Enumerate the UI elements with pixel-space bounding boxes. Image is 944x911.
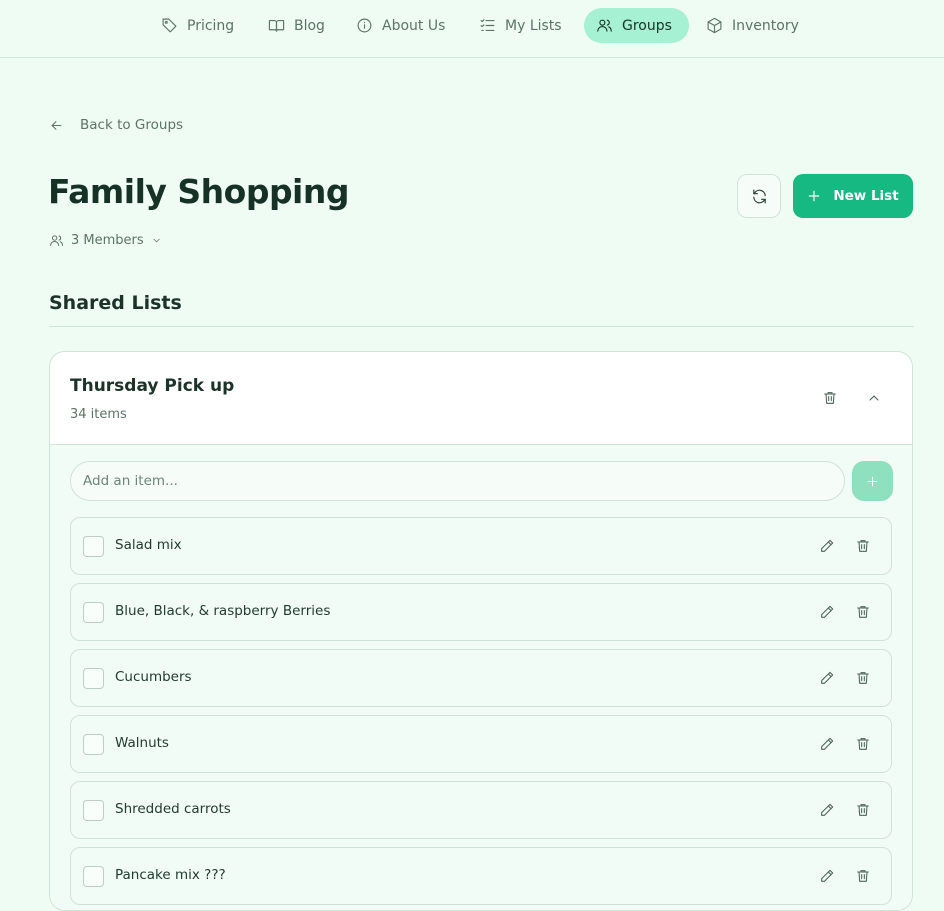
item-checkbox[interactable] bbox=[83, 602, 104, 623]
delete-item-button[interactable] bbox=[851, 732, 875, 756]
delete-list-button[interactable] bbox=[818, 386, 842, 410]
delete-item-button[interactable] bbox=[851, 798, 875, 822]
list-item: Cucumbers bbox=[70, 649, 892, 707]
trash-icon bbox=[857, 672, 869, 684]
add-item-button[interactable] bbox=[852, 461, 893, 501]
nav-my-lists-label: My Lists bbox=[505, 17, 562, 34]
refresh-button[interactable] bbox=[737, 174, 781, 218]
item-label: Cucumbers bbox=[115, 669, 192, 685]
pencil-icon bbox=[821, 803, 834, 816]
edit-item-button[interactable] bbox=[815, 534, 839, 558]
new-list-button[interactable]: New List bbox=[793, 174, 913, 218]
list-item: Salad mix bbox=[70, 517, 892, 575]
members-dropdown[interactable]: 3 Members bbox=[49, 231, 162, 249]
chevron-up-icon bbox=[869, 395, 879, 401]
list-body: Salad mix Blue, Black, & raspberry Berri… bbox=[50, 445, 912, 910]
info-icon bbox=[357, 18, 372, 33]
list-item: Shredded carrots bbox=[70, 781, 892, 839]
list-item: Pancake mix ??? bbox=[70, 847, 892, 905]
item-checkbox[interactable] bbox=[83, 668, 104, 689]
nav-inventory-label: Inventory bbox=[732, 17, 799, 34]
trash-icon bbox=[857, 540, 869, 552]
delete-item-button[interactable] bbox=[851, 666, 875, 690]
collapse-list-button[interactable] bbox=[862, 386, 886, 410]
new-list-label: New List bbox=[833, 188, 899, 204]
edit-item-button[interactable] bbox=[815, 666, 839, 690]
top-nav: Pricing Blog About Us My Lists Groups In… bbox=[0, 0, 944, 58]
trash-icon bbox=[857, 804, 869, 816]
nav-groups-label: Groups bbox=[622, 17, 672, 34]
nav-pricing-label: Pricing bbox=[187, 17, 235, 34]
nav-pricing[interactable]: Pricing bbox=[149, 8, 246, 43]
delete-item-button[interactable] bbox=[851, 600, 875, 624]
list-icon bbox=[480, 19, 495, 32]
nav-groups[interactable]: Groups bbox=[584, 8, 689, 43]
trash-icon bbox=[857, 606, 869, 618]
list-item: Walnuts bbox=[70, 715, 892, 773]
pencil-icon bbox=[821, 539, 834, 552]
plus-icon bbox=[867, 476, 878, 486]
item-label: Walnuts bbox=[115, 735, 169, 751]
item-label: Salad mix bbox=[115, 537, 182, 553]
refresh-icon bbox=[752, 189, 766, 203]
shared-list-card: Thursday Pick up 34 items Salad mix Blue… bbox=[49, 351, 913, 911]
trash-icon bbox=[824, 392, 836, 404]
nav-about-us[interactable]: About Us bbox=[344, 8, 457, 43]
edit-item-button[interactable] bbox=[815, 798, 839, 822]
nav-inventory[interactable]: Inventory bbox=[694, 8, 811, 43]
trash-icon bbox=[857, 738, 869, 750]
nav-blog-label: Blog bbox=[294, 17, 325, 34]
edit-item-button[interactable] bbox=[815, 600, 839, 624]
item-checkbox[interactable] bbox=[83, 734, 104, 755]
list-item-count: 34 items bbox=[70, 407, 127, 422]
item-checkbox[interactable] bbox=[83, 800, 104, 821]
list-item: Blue, Black, & raspberry Berries bbox=[70, 583, 892, 641]
pencil-icon bbox=[821, 671, 834, 684]
back-label: Back to Groups bbox=[80, 117, 184, 133]
chevron-down-icon bbox=[153, 238, 160, 242]
section-title: Shared Lists bbox=[49, 292, 182, 314]
nav-about-us-label: About Us bbox=[382, 17, 446, 34]
pencil-icon bbox=[821, 869, 834, 882]
list-header[interactable]: Thursday Pick up 34 items bbox=[50, 352, 912, 445]
pencil-icon bbox=[821, 737, 834, 750]
item-label: Shredded carrots bbox=[115, 801, 231, 817]
back-to-groups-link[interactable]: Back to Groups bbox=[49, 115, 183, 135]
item-label: Pancake mix ??? bbox=[115, 867, 226, 883]
plus-icon bbox=[809, 190, 820, 202]
book-icon bbox=[268, 19, 285, 32]
arrow-left-icon bbox=[51, 120, 62, 130]
list-title: Thursday Pick up bbox=[70, 376, 235, 396]
trash-icon bbox=[857, 870, 869, 882]
item-label: Blue, Black, & raspberry Berries bbox=[115, 603, 331, 619]
nav-blog[interactable]: Blog bbox=[256, 8, 337, 43]
delete-item-button[interactable] bbox=[851, 864, 875, 888]
page-title: Family Shopping bbox=[48, 172, 350, 211]
users-icon bbox=[597, 19, 612, 32]
edit-item-button[interactable] bbox=[815, 864, 839, 888]
item-checkbox[interactable] bbox=[83, 866, 104, 887]
add-item-input[interactable] bbox=[70, 461, 845, 501]
item-checkbox[interactable] bbox=[83, 536, 104, 557]
section-divider bbox=[49, 326, 914, 327]
tag-icon bbox=[162, 18, 177, 33]
pencil-icon bbox=[821, 605, 834, 618]
nav-my-lists[interactable]: My Lists bbox=[467, 8, 574, 43]
edit-item-button[interactable] bbox=[815, 732, 839, 756]
members-label: 3 Members bbox=[71, 232, 144, 248]
users-icon bbox=[50, 234, 63, 246]
box-icon bbox=[707, 17, 722, 34]
delete-item-button[interactable] bbox=[851, 534, 875, 558]
